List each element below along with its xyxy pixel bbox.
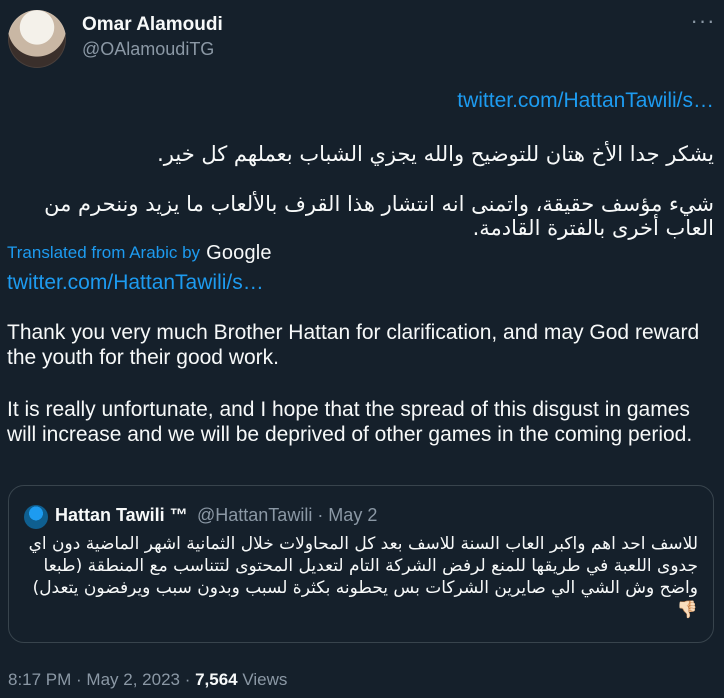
quoted-author-handle-date[interactable]: @HattanTawili · May 2 <box>197 505 377 526</box>
quoted-tweet-text: للاسف احد اهم واكبر العاب السنة للاسف بع… <box>28 534 698 620</box>
translated-paragraph-1: Thank you very much Brother Hattan for c… <box>7 321 700 369</box>
tweet-time-date[interactable]: 8:17 PM · May 2, 2023 · <box>8 670 195 689</box>
more-icon: ··· <box>690 8 716 33</box>
author-name[interactable]: Omar Alamoudi <box>82 14 223 36</box>
quoted-author-name[interactable]: Hattan Tawili ™ <box>55 505 188 526</box>
views-label: Views <box>237 670 288 689</box>
tweet-arabic-paragraph-2: شيء مؤسف حقيقة، واتمنى انه انتشار هذا ال… <box>44 192 714 240</box>
author-avatar[interactable] <box>8 10 66 68</box>
tweet-footer: 8:17 PM · May 2, 2023 · 7,564 Views <box>8 670 287 690</box>
tweet-arabic-paragraph-1: يشكر جدا الأخ هتان للتوضيح والله يجزي ال… <box>157 142 714 166</box>
views-count: 7,564 <box>195 670 238 689</box>
translation-attribution[interactable]: Translated from Arabic by Google <box>7 241 272 265</box>
quoted-tweet-card[interactable]: Hattan Tawili ™ @HattanTawili · May 2 لل… <box>8 485 714 643</box>
quoted-author-avatar[interactable] <box>24 505 48 529</box>
quoted-link-top[interactable]: twitter.com/HattanTawili/s… <box>457 89 714 113</box>
translated-label: Translated from Arabic by <box>7 243 201 262</box>
author-handle[interactable]: @OAlamoudiTG <box>82 39 214 60</box>
quoted-link-bottom[interactable]: twitter.com/HattanTawili/s… <box>7 271 264 295</box>
translated-paragraph-2: It is really unfortunate, and I hope tha… <box>7 398 693 446</box>
more-button[interactable]: ··· <box>690 10 716 32</box>
google-logo: Google <box>206 241 272 264</box>
